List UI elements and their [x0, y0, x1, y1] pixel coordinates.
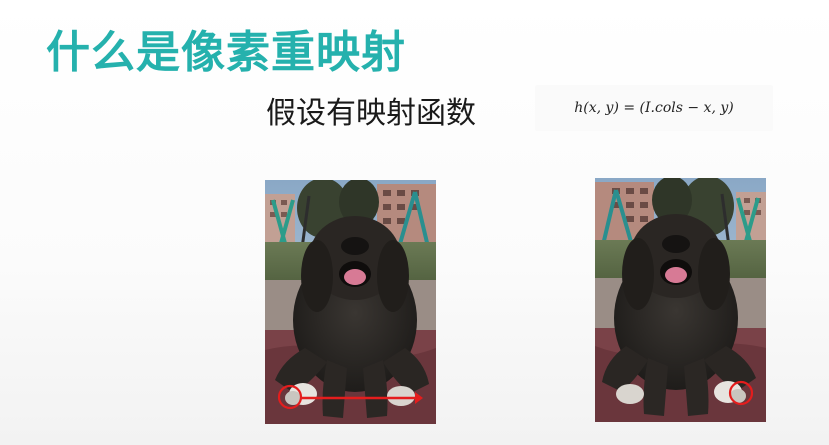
mirrored-image — [595, 178, 766, 422]
dog-photo-mirrored-icon — [595, 178, 766, 422]
original-image — [265, 180, 436, 424]
dog-photo-original-icon — [265, 180, 436, 424]
mapping-formula: h(x, y) = (I.cols − x, y) — [536, 86, 772, 130]
slide-title: 什么是像素重映射 — [46, 27, 406, 78]
slide-subtitle: 假设有映射函数 — [266, 96, 476, 131]
